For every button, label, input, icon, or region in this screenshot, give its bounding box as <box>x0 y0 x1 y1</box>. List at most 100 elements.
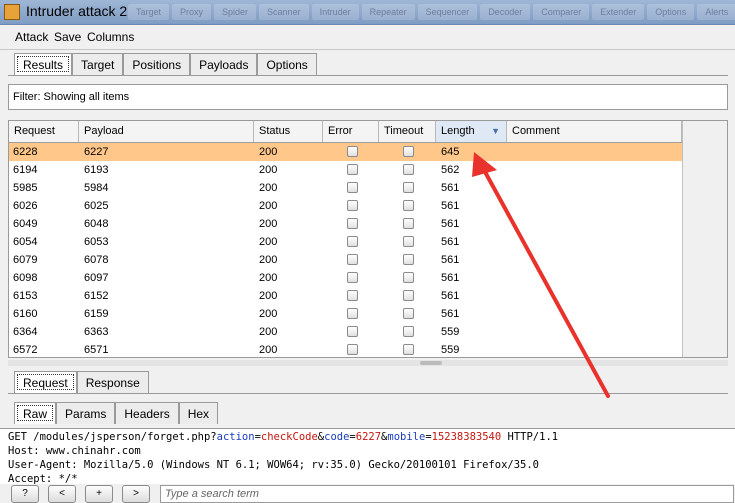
title-bar: Intruder attack 2 Target Proxy Spider Sc… <box>0 0 735 25</box>
timeout-checkbox[interactable] <box>403 218 414 229</box>
table-row[interactable]: 6160 6159 200 561 <box>9 305 682 323</box>
error-checkbox[interactable] <box>347 272 358 283</box>
error-checkbox[interactable] <box>347 218 358 229</box>
table-row[interactable]: 6228 6227 200 645 <box>9 143 682 161</box>
previous-match-button[interactable]: < <box>48 485 76 503</box>
table-row[interactable]: 6054 6053 200 561 <box>9 233 682 251</box>
cell-payload: 6048 <box>84 218 109 230</box>
tab-payloads[interactable]: Payloads <box>190 53 258 75</box>
error-checkbox[interactable] <box>347 290 358 301</box>
error-checkbox[interactable] <box>347 308 358 319</box>
timeout-checkbox[interactable] <box>403 236 414 247</box>
table-row[interactable]: 6049 6048 200 561 <box>9 215 682 233</box>
cell-status: 200 <box>259 182 278 194</box>
timeout-checkbox[interactable] <box>403 146 414 157</box>
cell-status: 200 <box>259 236 278 248</box>
menu-attack[interactable]: Attack <box>15 30 48 44</box>
table-row[interactable]: 5985 5984 200 561 <box>9 179 682 197</box>
menu-columns[interactable]: Columns <box>87 30 134 44</box>
tab-raw[interactable]: Raw <box>14 402 57 424</box>
background-tab: Intruder <box>311 4 359 20</box>
cell-length: 559 <box>441 344 460 356</box>
table-row[interactable]: 6194 6193 200 562 <box>9 161 682 179</box>
cell-request: 6160 <box>13 308 38 320</box>
next-match-button[interactable]: > <box>122 485 150 503</box>
column-header-length[interactable]: Length ▼ <box>436 121 507 142</box>
background-tab: Options <box>647 4 695 20</box>
error-checkbox[interactable] <box>347 182 358 193</box>
search-bar: ? < + > <box>0 484 735 503</box>
cell-payload: 5984 <box>84 182 109 194</box>
error-checkbox[interactable] <box>347 344 358 355</box>
help-button[interactable]: ? <box>11 485 39 503</box>
cell-payload: 6025 <box>84 200 109 212</box>
cell-status: 200 <box>259 146 278 158</box>
column-header-request[interactable]: Request <box>9 121 79 142</box>
tab-params[interactable]: Params <box>56 402 116 424</box>
table-row[interactable]: 6098 6097 200 561 <box>9 269 682 287</box>
menu-save[interactable]: Save <box>54 30 81 44</box>
column-header-error[interactable]: Error <box>323 121 379 142</box>
timeout-checkbox[interactable] <box>403 182 414 193</box>
cell-length: 559 <box>441 326 460 338</box>
error-checkbox[interactable] <box>347 326 358 337</box>
background-tab: Proxy <box>172 4 212 20</box>
tab-results[interactable]: Results <box>14 53 73 75</box>
filter-bar[interactable]: Filter: Showing all items <box>8 84 728 110</box>
cell-payload: 6053 <box>84 236 109 248</box>
table-row[interactable]: 6026 6025 200 561 <box>9 197 682 215</box>
error-checkbox[interactable] <box>347 146 358 157</box>
timeout-checkbox[interactable] <box>403 344 414 355</box>
table-row[interactable]: 6364 6363 200 559 <box>9 323 682 341</box>
background-tab: Extender <box>592 4 645 20</box>
table-empty-area <box>682 121 727 357</box>
results-table: Request Payload Status Error Timeout Len… <box>8 120 728 358</box>
tab-request[interactable]: Request <box>14 371 77 393</box>
error-checkbox[interactable] <box>347 164 358 175</box>
cell-status: 200 <box>259 308 278 320</box>
host-header-line: Host: www.chinahr.com <box>8 445 141 457</box>
table-row[interactable]: 6572 6571 200 559 <box>9 341 682 357</box>
cell-payload: 6363 <box>84 326 109 338</box>
tab-target[interactable]: Target <box>72 53 124 75</box>
view-tab-bar: Raw Params Headers Hex <box>14 402 219 424</box>
splitter-grip[interactable] <box>420 361 442 365</box>
timeout-checkbox[interactable] <box>403 200 414 211</box>
tab-divider <box>8 75 728 76</box>
tab-positions[interactable]: Positions <box>123 53 191 75</box>
column-header-timeout[interactable]: Timeout <box>379 121 436 142</box>
cell-request: 6572 <box>13 344 38 356</box>
tab-hex[interactable]: Hex <box>178 402 219 424</box>
cell-request: 6049 <box>13 218 38 230</box>
column-header-payload[interactable]: Payload <box>79 121 254 142</box>
request-editor[interactable]: GET /modules/jsperson/forget.php?action=… <box>0 428 735 485</box>
error-checkbox[interactable] <box>347 236 358 247</box>
timeout-checkbox[interactable] <box>403 290 414 301</box>
timeout-checkbox[interactable] <box>403 272 414 283</box>
error-checkbox[interactable] <box>347 200 358 211</box>
main-tab-bar: Results Target Positions Payloads Option… <box>14 53 317 75</box>
add-button[interactable]: + <box>85 485 113 503</box>
table-row[interactable]: 6079 6078 200 561 <box>9 251 682 269</box>
cell-payload: 6193 <box>84 164 109 176</box>
table-row[interactable]: 6153 6152 200 561 <box>9 287 682 305</box>
cell-length: 561 <box>441 182 460 194</box>
timeout-checkbox[interactable] <box>403 254 414 265</box>
cell-length: 561 <box>441 236 460 248</box>
column-header-comment[interactable]: Comment <box>507 121 682 142</box>
timeout-checkbox[interactable] <box>403 308 414 319</box>
cell-status: 200 <box>259 326 278 338</box>
cell-payload: 6097 <box>84 272 109 284</box>
error-checkbox[interactable] <box>347 254 358 265</box>
background-tab: Comparer <box>533 4 590 20</box>
pane-splitter[interactable] <box>8 360 728 366</box>
tab-headers[interactable]: Headers <box>115 402 179 424</box>
search-input[interactable] <box>160 485 734 503</box>
tab-options[interactable]: Options <box>257 53 317 75</box>
tab-response[interactable]: Response <box>76 371 149 393</box>
cell-length: 561 <box>441 308 460 320</box>
column-header-status[interactable]: Status <box>254 121 323 142</box>
timeout-checkbox[interactable] <box>403 164 414 175</box>
user-agent-header-line: User-Agent: Mozilla/5.0 (Windows NT 6.1;… <box>8 459 540 471</box>
timeout-checkbox[interactable] <box>403 326 414 337</box>
